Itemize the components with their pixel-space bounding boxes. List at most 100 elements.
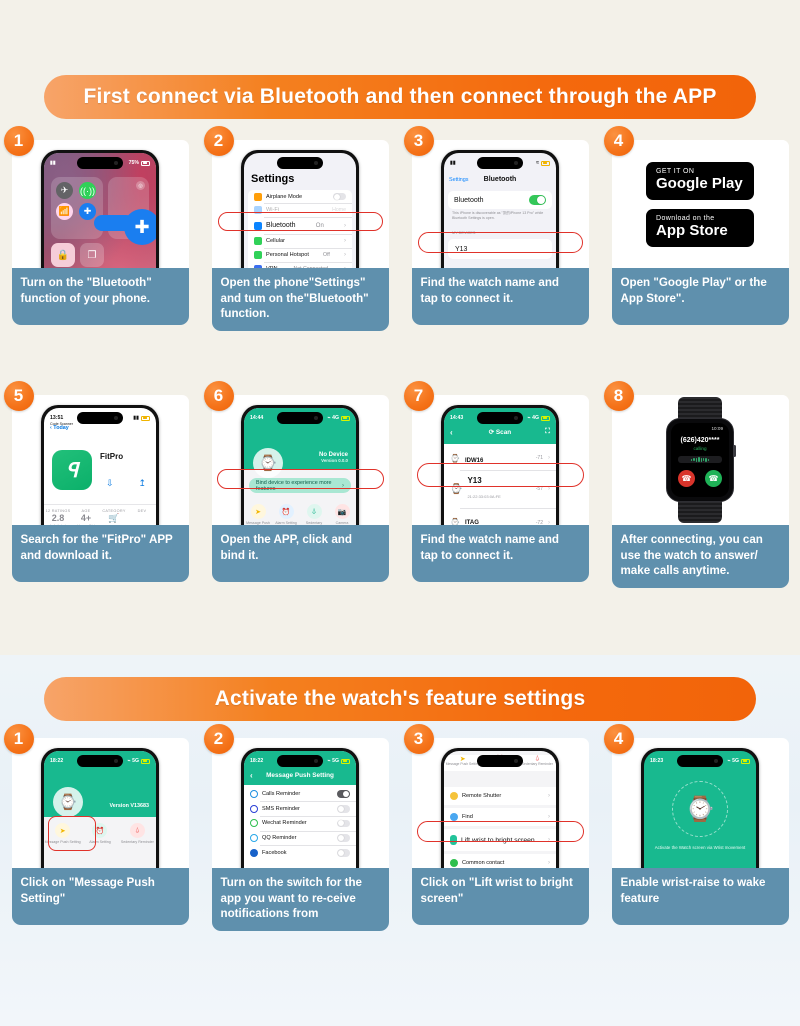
phone-screen: ▮▮ ≈ Settings Bluetooth Bluetooth This i… — [444, 153, 556, 268]
step-number-badge: 4 — [603, 724, 634, 754]
feature-alarm[interactable]: ⏰ Alarm Setting — [81, 823, 118, 844]
back-label: Today — [53, 425, 69, 431]
push-row-calls[interactable]: Calls Reminder — [244, 787, 356, 801]
row-lift-wrist[interactable]: Lift wrist to bright screen › — [444, 829, 556, 851]
back-button[interactable]: ‹ — [450, 428, 453, 437]
device-row-y13[interactable]: Y13 — [448, 239, 552, 259]
signal-icon: ▮▮ — [133, 415, 139, 421]
back-to-today[interactable]: ‹ Today — [50, 425, 69, 431]
card-caption: Turn on the "Bluetooth" function of your… — [11, 268, 189, 325]
find-icon — [450, 813, 458, 821]
my-devices-label: MY DEVICES — [452, 231, 476, 235]
stat-age: AGE 4+ Years Old — [72, 509, 100, 525]
camera-icon: 📷 — [334, 504, 350, 519]
qq-toggle[interactable] — [337, 834, 350, 842]
push-row-facebook[interactable]: Facebook — [244, 846, 356, 860]
settings-row-vpn[interactable]: VPN Not Connected › — [248, 262, 352, 268]
screen-mirror-icon[interactable]: ❐ — [80, 243, 104, 267]
rotation-lock-icon[interactable]: 🔒 — [51, 243, 75, 267]
back-button[interactable]: Settings — [449, 177, 468, 183]
caller-number: (626)420**** — [680, 437, 720, 444]
volume-slider[interactable] — [678, 456, 722, 463]
app-store-badge[interactable]: Download on the App Store — [646, 208, 754, 247]
card-caption: Find the watch name and tap to connect i… — [411, 268, 589, 325]
phone-accept-icon[interactable]: ☎ — [705, 470, 722, 487]
wifi-icon — [254, 206, 262, 215]
push-row-sms[interactable]: SMS Reminder — [244, 802, 356, 816]
share-icon[interactable]: ↥ — [138, 478, 146, 489]
feature-camera[interactable]: 📷 Camera — [328, 504, 356, 525]
step-card-2: 2 Settings Airplane Mode Wi-Fi Home Blue… — [203, 126, 389, 331]
airplay-icon[interactable]: ◎ — [136, 181, 145, 190]
screenshot-wrist-sense: 18:23 ⌁ 5G ⌚ Activate the Watch screen v… — [611, 738, 789, 868]
screenshot-fitpro-home: 18:22 ⌁ 5G ⌚ Version V13683 ➤ Message Pu… — [11, 738, 189, 868]
screenshot-store-badges: GET IT ON Google Play Download on the Ap… — [611, 140, 789, 268]
seat-icon: ⍙ — [129, 823, 145, 838]
feature-message-push[interactable]: ➤ Message Push Setting — [44, 823, 81, 844]
bind-device-button[interactable]: Bind device to experience more features … — [249, 478, 351, 493]
push-row-wechat[interactable]: Wechat Reminder — [244, 816, 356, 830]
card-caption: Open the APP, click and bind it. — [211, 525, 389, 582]
sms-toggle[interactable] — [337, 805, 350, 813]
section-feature-settings: Activate the watch's feature settings 1 … — [0, 655, 800, 1026]
airdrop-icon[interactable]: ((·)) — [79, 182, 96, 199]
device-rssi: -57 — [535, 486, 543, 492]
wechat-toggle[interactable] — [337, 819, 350, 828]
step-number-badge: 3 — [403, 126, 434, 156]
calls-toggle[interactable] — [337, 790, 350, 798]
scan-row-y13[interactable]: ⌚ Y13 21:22:33:03:0A:FE -57 › — [444, 471, 556, 508]
step-number-badge: 4 — [603, 126, 634, 156]
settings-row-wifi[interactable]: Wi-Fi Home — [248, 204, 352, 217]
qr-scan-icon[interactable]: ⛶ — [545, 428, 550, 436]
notch — [477, 157, 523, 169]
screenshot-fitpro-bind: 14:44 ⌁ 4G ⌚ No Device Version 0.0.0 Bin… — [211, 395, 389, 525]
bluetooth-toggle-row[interactable]: Bluetooth — [448, 191, 552, 209]
chevron-right-icon: › — [548, 814, 550, 820]
phone-decline-icon[interactable]: ☎ — [678, 470, 695, 487]
row-label: Cellular — [266, 238, 285, 245]
stat-key: DEV — [137, 509, 147, 513]
settings-row-bluetooth[interactable]: Bluetooth On › — [248, 217, 352, 234]
device-rssi: -72 — [535, 519, 543, 526]
google-play-badge[interactable]: GET IT ON Google Play — [646, 161, 754, 200]
bluetooth-toggle[interactable] — [529, 195, 546, 205]
connectivity-tile[interactable]: ✈ ((·)) 📶 ✚ — [51, 177, 103, 239]
facebook-toggle[interactable] — [337, 849, 350, 857]
settings-row-hotspot[interactable]: Personal Hotspot Off › — [248, 249, 352, 262]
feature-sedentary[interactable]: ⍙ Sedentary Reminder — [119, 823, 156, 844]
step-card-1: 1 ▮▮ 75% ✈ ((·)) 📶 ✚ ◎ 🔒 ❐ ✚ Turn on the… — [3, 126, 189, 331]
download-icon[interactable]: ⇩ — [106, 478, 114, 489]
stat-ratings: 12 RATINGS 2.8 ★★★☆☆ — [44, 509, 72, 525]
feature-message-push[interactable]: ➤ Message Push Setting — [444, 755, 481, 767]
settings-row-cellular[interactable]: Cellular › — [248, 235, 352, 248]
chevron-right-icon: › — [344, 238, 346, 245]
settings-row-airplane[interactable]: Airplane Mode — [248, 190, 352, 203]
scan-row[interactable]: ⌚ ITAG FF:FF:10:A5:86:3D:88:02:01:03:00 … — [444, 508, 556, 525]
row-common-contact[interactable]: Common contact › — [444, 854, 556, 868]
feature-label: Message Push Setting — [445, 762, 480, 766]
phone-screen: Settings Airplane Mode Wi-Fi Home Blueto… — [244, 153, 356, 268]
airplane-icon[interactable]: ✈ — [56, 182, 73, 199]
feature-sedentary[interactable]: ⍙ Sedentary Reminder — [519, 755, 556, 767]
feature-message-push[interactable]: ➤ Message Push Setting — [244, 504, 272, 525]
row-find[interactable]: Find › — [444, 808, 556, 826]
feature-alarm[interactable]: ⏰ Alarm Setting — [272, 504, 300, 525]
step-number-badge: 3 — [403, 724, 434, 754]
back-button[interactable]: ‹ — [250, 771, 253, 780]
screenshot-device-scan: 14:43 ⌁ 4G ‹ ⟳ Scan ⛶ ⌚ IDW16 -71 › ⌚ Y1… — [411, 395, 589, 525]
signal-icon: ▮▮ — [50, 160, 56, 166]
airplane-toggle[interactable] — [333, 192, 346, 201]
watch-icon: ⌚ — [450, 518, 460, 525]
phone-screen: 18:22 ⌁ 5G ⌚ Version V13683 ➤ Message Pu… — [44, 751, 156, 868]
row-remote-shutter[interactable]: Remote Shutter › — [444, 787, 556, 805]
step-number-badge: 8 — [603, 381, 634, 411]
scan-row[interactable]: ⌚ IDW16 -71 › — [444, 446, 556, 470]
feature-sedentary[interactable]: ⍙ Sedentary Reminder — [300, 504, 328, 525]
push-row-qq[interactable]: QQ Reminder — [244, 831, 356, 845]
bluetooth-icon[interactable]: ✚ — [79, 203, 96, 220]
wifi-icon[interactable]: 📶 — [56, 203, 73, 220]
row-value: On — [315, 222, 324, 229]
row-label: SMS Reminder — [262, 805, 300, 812]
feature-shortcuts: ➤ Message Push Setting ⏰ Alarm Setting ⍙ — [244, 504, 356, 525]
scan-title-label: Scan — [495, 429, 512, 436]
